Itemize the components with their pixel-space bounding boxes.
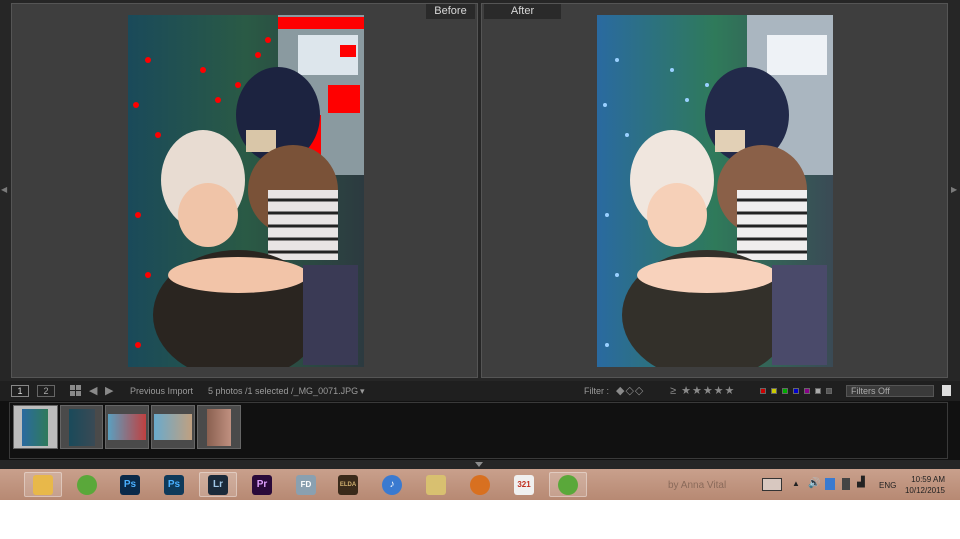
media-player-taskbar-button[interactable]: 321 [505,472,543,497]
photoshop-cc-taskbar-button[interactable]: Ps [155,472,193,497]
keyboard-icon[interactable] [762,478,782,491]
itunes-taskbar-button[interactable]: ♪ [373,472,411,497]
lightroom-icon: Lr [208,474,228,495]
tray-expand-icon[interactable]: ▲ [792,479,800,510]
primary-window-button[interactable]: 1 [11,385,29,397]
filmstrip-thumbnail[interactable] [60,405,103,449]
network-icon[interactable]: ▟ [857,477,865,508]
before-photo[interactable] [128,15,364,367]
watermark-text: by Anna Vital [668,480,727,491]
custom-label-filter[interactable] [815,388,821,394]
flag-filter-icon[interactable]: ◆◇◇ [616,385,644,397]
language-indicator[interactable]: ENG [879,481,896,490]
cyberlink-taskbar-button[interactable] [68,472,106,497]
clock-time: 10:59 AM [911,475,945,484]
after-label: After [484,4,561,19]
cyberlink-icon [77,474,97,495]
secondary-window-button[interactable]: 2 [37,385,55,397]
left-panel-toggle-icon[interactable]: ◀ [1,186,9,194]
media-player-icon: 321 [514,474,534,495]
before-panel[interactable]: Before [11,3,478,378]
cyberlink-2-taskbar-button[interactable] [549,472,587,497]
folder-icon [33,474,53,495]
photo-info-label[interactable]: 5 photos /1 selected /_MG_0071.JPG [208,385,358,397]
windows-taskbar: Ps Ps Lr Pr FD ELDA ♪ 321 by Anna Vital … [0,469,960,500]
before-label: Before [426,4,475,19]
lightroom-taskbar-button[interactable]: Lr [199,472,237,497]
no-label-filter[interactable] [826,388,832,394]
filters-dropdown[interactable]: Filters Off [846,385,934,397]
fd-taskbar-button[interactable]: FD [287,472,325,497]
filmstrip-toolbar: 1 2 ◀ ▶ Previous Import 5 photos /1 sele… [0,381,960,401]
cyberlink-2-icon [558,474,578,495]
filter-lock-icon[interactable] [942,385,951,396]
next-arrow-icon[interactable]: ▶ [105,385,113,397]
fd-icon: FD [296,474,316,495]
photoshop-icon: Ps [120,474,140,495]
folder-app-icon [426,474,446,495]
eldar-taskbar-button[interactable]: ELDA [329,472,367,497]
filmstrip-thumbnail[interactable] [105,405,149,449]
photoshop-cc-icon: Ps [164,474,184,495]
red-label-filter[interactable] [760,388,766,394]
app-tray-icon[interactable] [825,478,835,490]
filmstrip-thumbnail[interactable] [13,405,58,449]
filmstrip-border [9,402,948,459]
photo-info-dropdown-icon[interactable]: ▾ [360,385,365,397]
purple-label-filter[interactable] [804,388,810,394]
blue-label-filter[interactable] [793,388,799,394]
premiere-taskbar-button[interactable]: Pr [243,472,281,497]
file-explorer-taskbar-button[interactable] [24,472,62,497]
photoshop-taskbar-button[interactable]: Ps [111,472,149,497]
bottom-panel-toggle-icon[interactable] [475,462,483,467]
after-panel[interactable]: After [481,3,948,378]
filmstrip-thumbnail[interactable] [151,405,195,449]
premiere-icon: Pr [252,474,272,495]
grid-view-icon[interactable] [70,385,81,396]
right-panel-toggle-icon[interactable]: ▶ [951,186,959,194]
battery-icon[interactable] [842,478,850,490]
source-label[interactable]: Previous Import [130,385,193,397]
volume-icon[interactable]: 🔊 [808,478,820,509]
filter-label: Filter : [584,386,610,396]
after-photo[interactable] [597,15,833,367]
yellow-label-filter[interactable] [771,388,777,394]
itunes-icon: ♪ [382,474,402,495]
disc-icon [470,474,490,495]
previous-arrow-icon[interactable]: ◀ [89,385,97,397]
lightroom-window: ◀ ▶ Before After 1 2 ◀ ▶ Previous Import… [0,0,960,500]
folder-app-taskbar-button[interactable] [417,472,455,497]
system-clock[interactable]: 10:59 AM 10/12/2015 [905,474,945,496]
green-label-filter[interactable] [782,388,788,394]
rating-filter-stars[interactable]: ≥ ★★★★★ [670,385,735,397]
disc-app-taskbar-button[interactable] [461,472,499,497]
filmstrip [0,401,960,460]
clock-date: 10/12/2015 [904,486,945,495]
filmstrip-thumbnail[interactable] [197,405,241,449]
eldar-icon: ELDA [338,474,358,495]
